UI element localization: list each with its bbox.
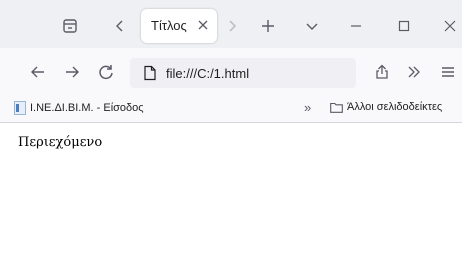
chevron-right-icon[interactable] — [220, 14, 244, 38]
chevron-left-icon[interactable] — [108, 14, 132, 38]
bookmark-favicon-icon — [14, 101, 26, 115]
maximize-icon[interactable] — [392, 14, 416, 38]
tab-manager-icon[interactable] — [58, 14, 82, 38]
double-chevron-icon[interactable] — [402, 60, 426, 84]
tab-active[interactable]: Τίτλος — [141, 9, 217, 43]
page-content: Περιεχόμενο — [0, 123, 462, 267]
bookmark-other-folder[interactable]: Άλλοι σελιδοδείκτες — [330, 101, 442, 113]
close-window-icon[interactable] — [438, 14, 462, 38]
back-arrow-icon[interactable] — [26, 60, 50, 84]
content-text: Περιεχόμενο — [18, 135, 103, 150]
bookmark-item-inedivim[interactable]: Ι.ΝΕ.ΔΙ.ΒΙ.Μ. - Είσοδος — [14, 101, 144, 115]
bookmarks-toolbar: Ι.ΝΕ.ΔΙ.ΒΙ.Μ. - Είσοδος » Άλλοι σελιδοδε… — [0, 96, 462, 123]
address-bar[interactable]: file:///C:/1.html — [130, 58, 356, 88]
chevron-down-icon[interactable] — [300, 14, 324, 38]
share-icon[interactable] — [370, 60, 394, 84]
tab-title: Τίτλος — [151, 18, 187, 33]
close-icon[interactable] — [195, 16, 211, 34]
reload-icon[interactable] — [94, 60, 118, 84]
page-icon — [142, 65, 158, 81]
double-chevron-icon[interactable]: » — [304, 100, 311, 115]
minimize-icon[interactable] — [344, 14, 368, 38]
plus-icon[interactable] — [256, 14, 280, 38]
bookmark-other-label: Άλλοι σελιδοδείκτες — [347, 101, 443, 113]
url-text[interactable]: file:///C:/1.html — [166, 66, 249, 81]
bookmark-label: Ι.ΝΕ.ΔΙ.ΒΙ.Μ. - Είσοδος — [30, 102, 144, 114]
tab-strip: Τίτλος — [0, 0, 462, 48]
forward-arrow-icon[interactable] — [60, 60, 84, 84]
folder-icon — [330, 102, 343, 113]
hamburger-icon[interactable] — [436, 60, 460, 84]
